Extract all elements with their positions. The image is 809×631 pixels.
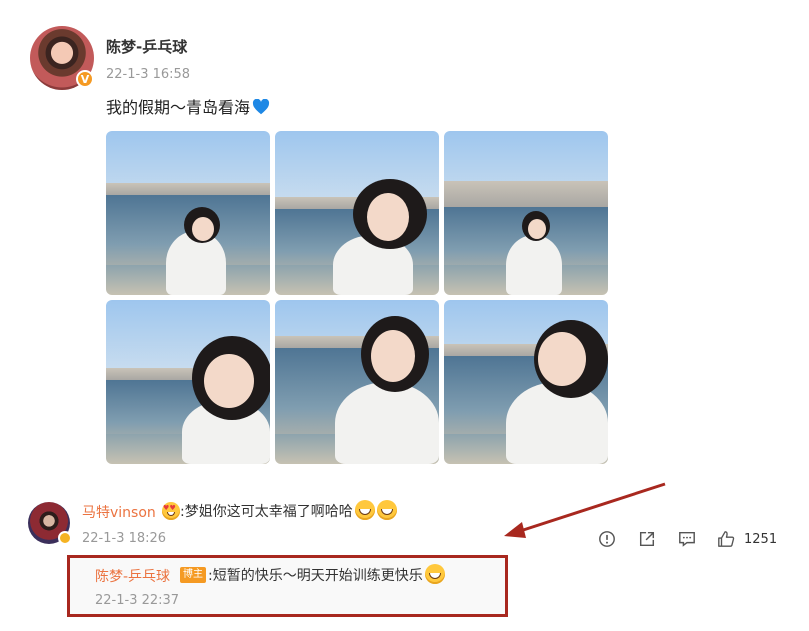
comment-author-name[interactable]: 马特vinson — [82, 502, 156, 522]
like-count: 1251 — [744, 532, 778, 547]
reply-timestamp: 22-1-3 22:37 — [95, 593, 180, 608]
post-photo-3[interactable] — [444, 131, 608, 295]
post-photo-5[interactable] — [275, 300, 439, 464]
comment-text-body: :梦姐你这可太幸福了啊哈哈 — [180, 504, 353, 520]
post-photo-4[interactable] — [106, 300, 270, 464]
post-text-body: 我的假期～青岛看海 — [106, 98, 251, 117]
post-text: 我的假期～青岛看海 — [106, 94, 270, 118]
laughing-emoji-icon — [376, 500, 397, 520]
comment-timestamp: 22-1-3 18:26 — [82, 531, 167, 546]
verified-badge-icon: V — [76, 70, 94, 88]
laughing-emoji-icon — [354, 500, 375, 520]
annotation-arrow — [504, 482, 666, 538]
comment-text: :梦姐你这可太幸福了啊哈哈 — [160, 500, 397, 521]
post-photo-1[interactable] — [106, 131, 270, 295]
love-eyes-emoji-icon — [162, 502, 180, 520]
post-photo-2[interactable] — [275, 131, 439, 295]
verified-badge-icon — [58, 531, 72, 545]
post-timestamp: 22-1-3 16:58 — [106, 67, 191, 82]
post-photo-6[interactable] — [444, 300, 608, 464]
blue-heart-icon — [252, 99, 270, 115]
post-author-name[interactable]: 陈梦-乒乓球 — [106, 36, 187, 57]
like-icon[interactable] — [717, 530, 735, 548]
comment-icon[interactable] — [678, 530, 696, 548]
reply-text: :短暂的快乐～明天开始训练更快乐 — [208, 564, 445, 585]
reply-author-name[interactable]: 陈梦-乒乓球 — [95, 566, 170, 586]
grinning-emoji-icon — [424, 564, 445, 584]
author-badge: 博主 — [180, 567, 206, 583]
reply-text-body: :短暂的快乐～明天开始训练更快乐 — [208, 568, 423, 584]
